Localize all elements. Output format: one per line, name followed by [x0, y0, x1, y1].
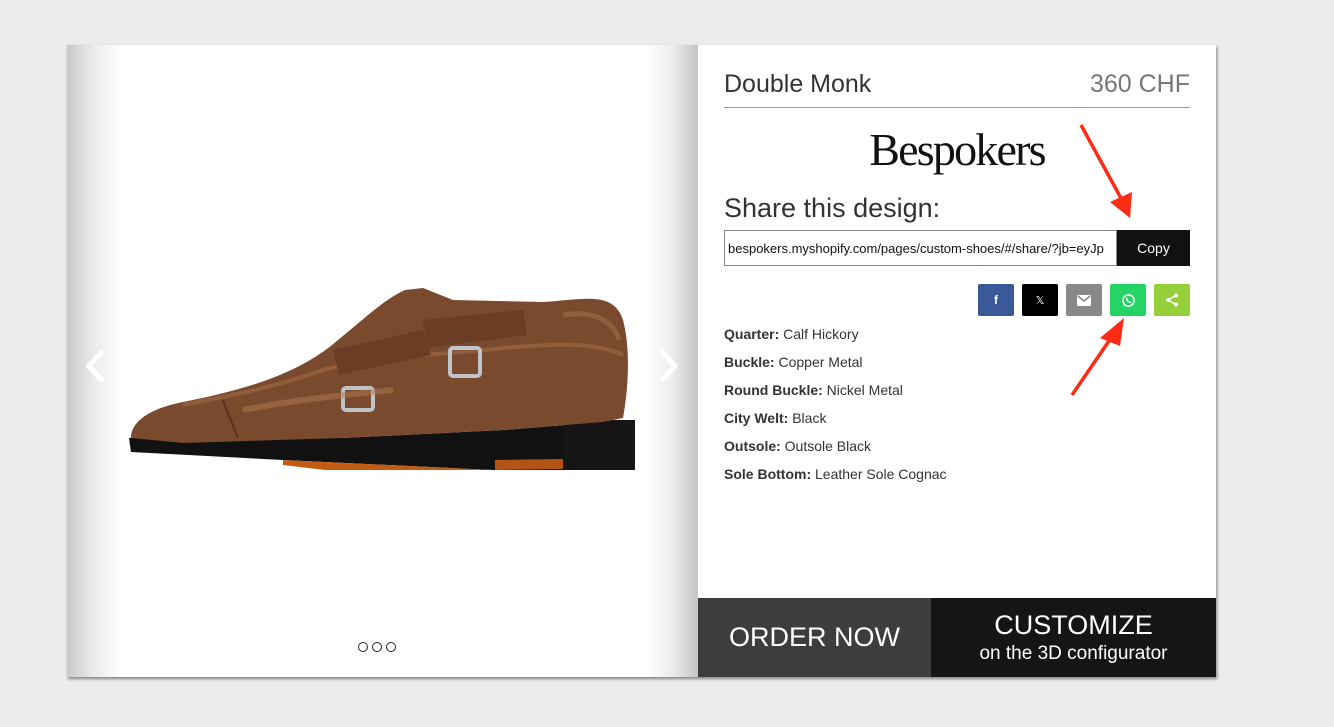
whatsapp-share-button[interactable] — [1110, 284, 1146, 316]
email-icon — [1077, 294, 1091, 306]
product-name: Double Monk — [724, 70, 872, 98]
facebook-icon: f — [994, 293, 998, 307]
spec-label: Outsole: — [724, 438, 781, 454]
product-gallery — [67, 45, 698, 677]
spec-list: Quarter: Calf Hickory Buckle: Copper Met… — [724, 326, 947, 494]
spec-value: Copper Metal — [778, 354, 863, 370]
chevron-left-icon[interactable] — [83, 347, 107, 385]
spec-value: Nickel Metal — [826, 382, 903, 398]
generic-share-button[interactable] — [1154, 284, 1190, 316]
customize-subtitle: on the 3D configurator — [979, 643, 1168, 664]
spec-label: Buckle: — [724, 354, 775, 370]
gallery-dot[interactable] — [358, 642, 368, 652]
spec-label: Round Buckle: — [724, 382, 823, 398]
share-url-field[interactable] — [724, 230, 1117, 266]
customize-button[interactable]: CUSTOMIZE on the 3D configurator — [931, 598, 1216, 677]
spec-row: Quarter: Calf Hickory — [724, 326, 947, 354]
spec-row: Sole Bottom: Leather Sole Cognac — [724, 466, 947, 494]
spec-value: Leather Sole Cognac — [815, 466, 947, 482]
spec-row: City Welt: Black — [724, 410, 947, 438]
spec-row: Outsole: Outsole Black — [724, 438, 947, 466]
spec-value: Black — [792, 410, 827, 426]
order-now-button[interactable]: ORDER NOW — [698, 598, 931, 677]
spec-label: Quarter: — [724, 326, 780, 342]
brand-logo: Bespokers — [869, 124, 1046, 175]
email-share-button[interactable] — [1066, 284, 1102, 316]
shoe-image — [129, 288, 635, 470]
share-heading: Share this design: — [724, 193, 941, 223]
spec-row: Round Buckle: Nickel Metal — [724, 382, 947, 410]
spec-label: Sole Bottom: — [724, 466, 812, 482]
gallery-pagination — [358, 642, 396, 652]
share-icon — [1166, 293, 1178, 307]
facebook-share-button[interactable]: f — [978, 284, 1014, 316]
whatsapp-icon — [1121, 293, 1135, 307]
spec-value: Outsole Black — [784, 438, 872, 454]
product-card: Double Monk 360 CHF Bespokers Share this… — [67, 45, 1216, 677]
product-details: Double Monk 360 CHF Bespokers Share this… — [698, 45, 1216, 677]
gallery-dot[interactable] — [372, 642, 382, 652]
chevron-right-icon[interactable] — [657, 347, 681, 385]
x-icon: 𝕏 — [1035, 294, 1045, 307]
x-share-button[interactable]: 𝕏 — [1022, 284, 1058, 316]
spec-value: Calf Hickory — [783, 326, 859, 342]
customize-title: CUSTOMIZE — [994, 610, 1153, 640]
copy-button[interactable]: Copy — [1117, 230, 1190, 266]
title-row: Double Monk 360 CHF — [724, 67, 1190, 108]
product-price: 360 CHF — [1089, 70, 1190, 98]
gallery-dot[interactable] — [386, 642, 396, 652]
spec-label: City Welt: — [724, 410, 789, 426]
spec-row: Buckle: Copper Metal — [724, 354, 947, 382]
